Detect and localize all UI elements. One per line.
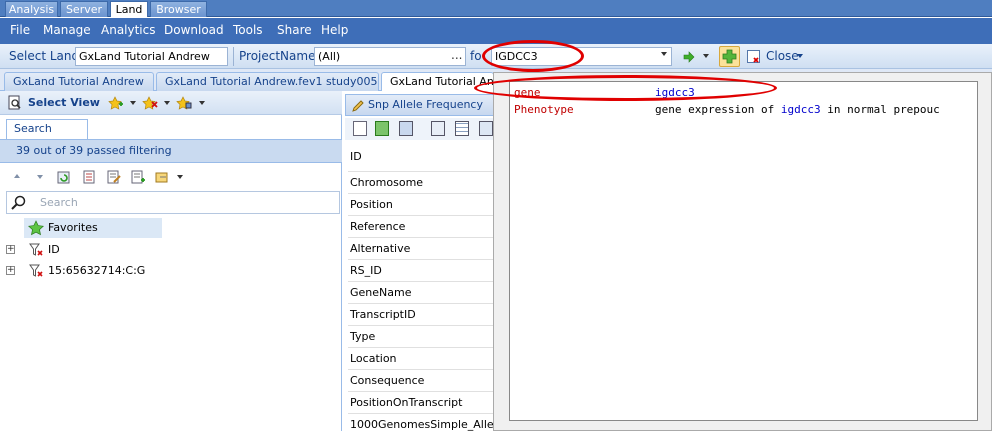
go-arrow-icon[interactable] [683,51,695,66]
main-toolbar: Select Land GxLand Tutorial Andrew Proje… [0,44,992,69]
close-dropdown-icon[interactable] [797,54,803,58]
property-name: Type [350,330,376,343]
add-favorite-dropdown-icon[interactable] [130,101,136,105]
view-toolbar: Select View [0,91,342,115]
list-toolbar [0,166,342,188]
search-input[interactable]: IGDCC3 [491,47,672,66]
tree-item-favorites[interactable]: Favorites [0,218,342,238]
top-tab-bar: Analysis Server Land Browser [0,0,992,17]
filter-icon [28,263,44,286]
remove-favorite-dropdown-icon[interactable] [164,101,170,105]
suggestion-phenotype[interactable]: Phenotype gene expression of igdcc3 in n… [510,101,979,119]
tree-item-label: 15:65632714:C:G [48,264,146,277]
toolbar-divider [233,47,234,66]
tab-server[interactable]: Server [60,1,108,17]
select-view-icon[interactable] [8,95,22,114]
menu-download[interactable]: Download [164,22,224,38]
close-icon[interactable] [747,50,761,67]
menu-bar: File Manage Analytics Download Tools Sha… [0,18,992,44]
document-icon[interactable] [353,121,367,136]
ellipsis-button[interactable]: ... [451,48,462,62]
suggestion-value: gene expression of igdcc3 in normal prep… [655,103,940,116]
tab-search-result[interactable]: Search Result [6,119,88,153]
project-select[interactable]: (All) [314,47,466,66]
delete-rows-icon[interactable] [82,169,98,188]
land-select[interactable]: GxLand Tutorial Andrew [75,47,228,66]
add-icon[interactable] [719,46,740,67]
add-rows-icon[interactable] [130,169,146,188]
tree-item-id[interactable]: + ID [0,240,342,260]
move-down-icon[interactable] [37,175,43,179]
expand-icon[interactable]: + [6,245,15,254]
suggestion-key: gene [514,86,541,99]
property-name: Consequence [350,374,425,387]
menu-analytics[interactable]: Analytics [101,22,156,38]
window-icon[interactable] [479,121,493,136]
filter-status: 39 out of 39 passed filtering [0,139,342,163]
property-name: Alternative [350,242,411,255]
property-name: RS_ID [350,264,382,277]
property-name: Reference [350,220,406,233]
remove-favorite-icon[interactable] [142,96,158,113]
doc-tab-snp[interactable]: GxLand Tutorial Andr [381,72,494,91]
property-name: Location [350,352,397,365]
manage-favorite-icon[interactable] [176,96,192,113]
snp-allele-frequency-header[interactable]: Snp Allele Frequency [345,94,495,116]
close-button[interactable]: Close [766,49,799,63]
export-dropdown-icon[interactable] [177,175,183,179]
tab-land[interactable]: Land [110,1,148,17]
doc-tab-study[interactable]: GxLand Tutorial Andrew.fev1 study005 [156,72,379,91]
property-name: PositionOnTranscript [350,396,463,409]
select-view-button[interactable]: Select View [28,96,100,109]
menu-help[interactable]: Help [321,22,348,38]
for-label: fo [470,49,482,63]
manage-favorite-dropdown-icon[interactable] [199,101,205,105]
move-up-icon[interactable] [14,174,20,178]
tree-item-label: Favorites [48,221,98,234]
property-name: Position [350,198,393,211]
add-favorite-icon[interactable] [108,96,124,113]
menu-manage[interactable]: Manage [43,22,91,38]
property-name: Chromosome [350,176,424,189]
search-placeholder: Search [40,196,78,209]
go-dropdown-icon[interactable] [703,54,709,58]
search-dropdown-icon[interactable] [661,52,667,56]
select-land-label: Select Land [9,49,80,63]
properties-toolbar [345,118,495,140]
suggestion-key: Phenotype [514,103,574,116]
search-suggestion-popup: gene igdcc3 Phenotype gene expression of… [493,72,992,431]
copy-icon[interactable] [399,121,413,136]
property-name: TranscriptID [350,308,416,321]
export-icon[interactable] [154,169,170,188]
property-name: GeneName [350,286,412,299]
project-name-label: ProjectName [239,49,316,63]
expand-icon[interactable]: + [6,266,15,275]
property-name: ID [350,150,362,163]
tab-analysis[interactable]: Analysis [5,1,58,17]
grid-icon[interactable] [455,121,469,136]
edit-rows-icon[interactable] [106,169,122,188]
suggestion-gene[interactable]: gene igdcc3 [510,84,979,102]
left-panel: Select View Search Result 39 out of 39 p… [0,91,342,431]
suggestion-value: igdcc3 [655,86,695,99]
menu-file[interactable]: File [10,22,30,38]
menu-share[interactable]: Share [277,22,312,38]
paste-icon[interactable] [431,121,445,136]
pencil-icon [351,99,365,116]
refresh-icon[interactable] [56,169,72,188]
tab-browser[interactable]: Browser [150,1,207,17]
magnifier-icon [11,195,27,214]
tree-item-snp[interactable]: + 15:65632714:C:G [0,261,342,281]
tree-item-label: ID [48,243,60,256]
search-box[interactable]: Search [6,191,340,214]
menu-tools[interactable]: Tools [233,22,263,38]
suggestion-list: gene igdcc3 Phenotype gene expression of… [509,81,978,421]
doc-tab-land[interactable]: GxLand Tutorial Andrew [4,72,154,91]
excel-icon[interactable] [375,121,389,136]
